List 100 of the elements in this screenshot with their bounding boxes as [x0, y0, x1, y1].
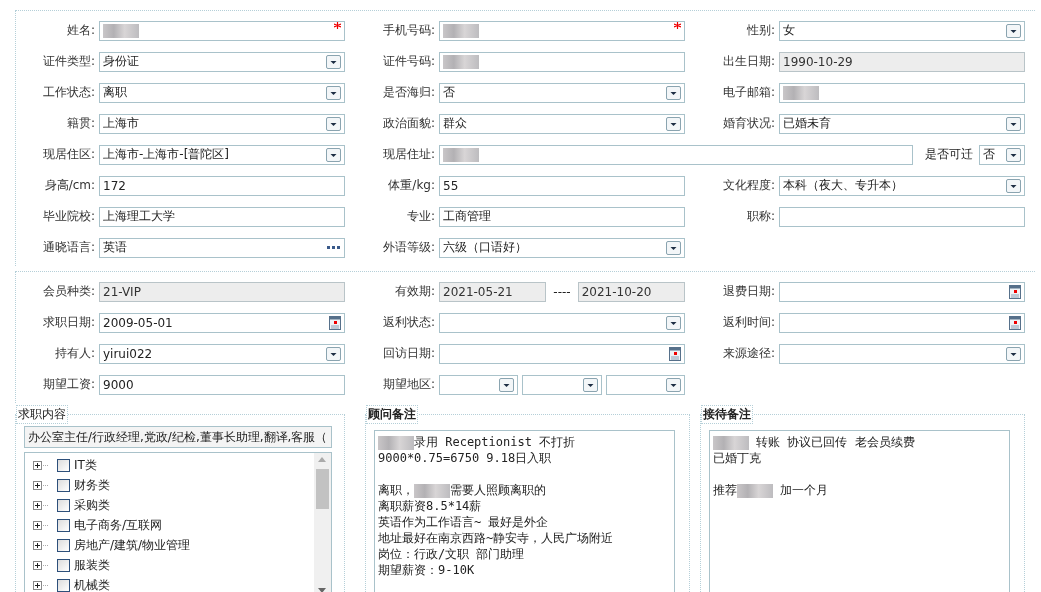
input-field[interactable]	[99, 20, 345, 41]
dropdown-field[interactable]	[439, 374, 519, 395]
input-field[interactable]	[439, 144, 913, 165]
checkbox[interactable]	[57, 498, 70, 512]
dropdown-field[interactable]	[439, 312, 685, 333]
field-label: 出生日期:	[721, 53, 775, 70]
tree-item[interactable]: 房地产/建筑/物业管理	[74, 536, 191, 554]
field-label: 外语等级:	[381, 239, 435, 256]
dropdown-field[interactable]: 否	[439, 82, 685, 103]
dropdown-field[interactable]	[605, 374, 685, 395]
date-field[interactable]	[439, 343, 685, 364]
date-field[interactable]	[779, 281, 1025, 302]
field-label: 身高/cm:	[43, 177, 95, 194]
field-label: 现居住区:	[41, 146, 95, 163]
date-field[interactable]: 2009-05-01	[99, 312, 345, 333]
input-field[interactable]: 1990-10-29	[779, 51, 1025, 72]
input-field[interactable]: 172	[99, 175, 345, 196]
panel-title: 接待备注	[701, 405, 753, 424]
tree-item[interactable]: 服装类	[74, 556, 110, 574]
dropdown-field[interactable]: 群众	[439, 113, 685, 134]
calendar-icon[interactable]	[1009, 284, 1021, 299]
input-field[interactable]: 9000	[99, 374, 345, 395]
tree-item[interactable]: 电子商务/互联网	[74, 516, 163, 534]
dropdown-field[interactable]: 已婚未育	[779, 113, 1025, 134]
input-field[interactable]	[779, 206, 1025, 227]
ellipsis-icon[interactable]	[327, 245, 341, 250]
field-label: 来源途径:	[721, 345, 775, 362]
field-label: 工作状态:	[41, 84, 95, 101]
field-label: 通晓语言:	[41, 239, 95, 256]
panel-title: 求职内容	[16, 405, 68, 424]
checkbox[interactable]	[57, 458, 70, 472]
field-label: 返利状态:	[381, 314, 435, 331]
notes-textarea[interactable]: 转账 协议已回传 老会员续费 已婚丁克 推荐 加一个月	[709, 430, 1010, 592]
calendar-icon[interactable]	[669, 346, 681, 361]
field-label: 电子邮箱:	[721, 84, 775, 101]
calendar-icon[interactable]	[1009, 315, 1021, 330]
input-field[interactable]: 55	[439, 175, 685, 196]
redacted-text	[414, 483, 450, 498]
field-label: 性别:	[745, 22, 775, 39]
input-field[interactable]: 英语	[99, 237, 345, 258]
input-field[interactable]: 21-VIP	[99, 281, 345, 302]
tree-item[interactable]: 财务类	[74, 476, 110, 494]
input-field[interactable]: 2021-05-21	[439, 281, 547, 302]
dropdown-field[interactable]	[522, 374, 602, 395]
dropdown-field[interactable]: 女	[779, 20, 1025, 41]
field-label: 政治面貌:	[381, 115, 435, 132]
tree-item[interactable]: 采购类	[74, 496, 110, 514]
expand-icon[interactable]	[33, 460, 49, 470]
tree-item[interactable]: IT类	[74, 456, 97, 474]
dropdown-field[interactable]	[779, 343, 1025, 364]
checkbox[interactable]	[57, 538, 70, 552]
date-field[interactable]	[779, 312, 1025, 333]
dropdown-field[interactable]: 否	[979, 144, 1025, 165]
input-field[interactable]	[439, 20, 685, 41]
field-label: 职称:	[745, 208, 775, 225]
field-label: 求职日期:	[41, 314, 95, 331]
dropdown-field[interactable]: 身份证	[99, 51, 345, 72]
redacted-text	[737, 483, 773, 498]
notes-textarea[interactable]: 录用 Receptionist 不打折 9000*0.75=6750 9.18日入职 离职， 需要人照顾离职的 离职薪资8.5*14薪 英语作为工作语言~ 最好是外企 地址最好在南京西路~静安寺，人民广场附近 岗位：行政/文职 部门助理 期望薪资：9-10K	[374, 430, 675, 592]
field-label: 是否海归:	[381, 84, 435, 101]
redacted-text	[378, 435, 414, 450]
field-label: 退费日期:	[721, 283, 775, 300]
scroll-thumb[interactable]	[316, 469, 329, 509]
field-label: 现居住址:	[381, 146, 435, 163]
dropdown-field[interactable]: 上海市	[99, 113, 345, 134]
input-field[interactable]: 2021-10-20	[577, 281, 685, 302]
dropdown-field[interactable]: 上海市-上海市-[普陀区]	[99, 144, 345, 165]
dropdown-field[interactable]: 离职	[99, 82, 345, 103]
checkbox[interactable]	[57, 478, 70, 492]
input-field[interactable]: 工商管理	[439, 206, 685, 227]
checkbox[interactable]	[57, 518, 70, 532]
dropdown-field[interactable]: 六级（口语好）	[439, 237, 685, 258]
expand-icon[interactable]	[33, 480, 49, 490]
job-summary-field[interactable]: 办公室主任/行政经理,党政/纪检,董事长助理,翻译,客服（	[24, 426, 332, 448]
field-label: 返利时间:	[721, 314, 775, 331]
input-field[interactable]: 上海理工大学	[99, 206, 345, 227]
scroll-down-icon[interactable]	[318, 588, 326, 592]
expand-icon[interactable]	[33, 560, 49, 570]
expand-icon[interactable]	[33, 580, 49, 590]
field-label: 有效期:	[393, 283, 435, 300]
input-field[interactable]	[439, 51, 685, 72]
field-label: 证件号码:	[381, 53, 435, 70]
dropdown-field[interactable]: yirui022	[99, 343, 345, 364]
field-label: 毕业院校:	[41, 208, 95, 225]
field-label: 文化程度:	[721, 177, 775, 194]
dropdown-field[interactable]: 本科（夜大、专升本）	[779, 175, 1025, 196]
expand-icon[interactable]	[33, 500, 49, 510]
field-label: 手机号码:	[381, 22, 435, 39]
expand-icon[interactable]	[33, 520, 49, 530]
range-dash: ----	[553, 284, 571, 299]
field-label: 专业:	[405, 208, 435, 225]
field-label: 回访日期:	[381, 345, 435, 362]
checkbox[interactable]	[57, 558, 70, 572]
input-field[interactable]	[779, 82, 1025, 103]
expand-icon[interactable]	[33, 540, 49, 550]
calendar-icon[interactable]	[329, 315, 341, 330]
tree-item[interactable]: 机械类	[74, 576, 110, 592]
field-label: 期望地区:	[381, 376, 435, 393]
field-label: 期望工资:	[41, 376, 95, 393]
checkbox[interactable]	[57, 578, 70, 592]
